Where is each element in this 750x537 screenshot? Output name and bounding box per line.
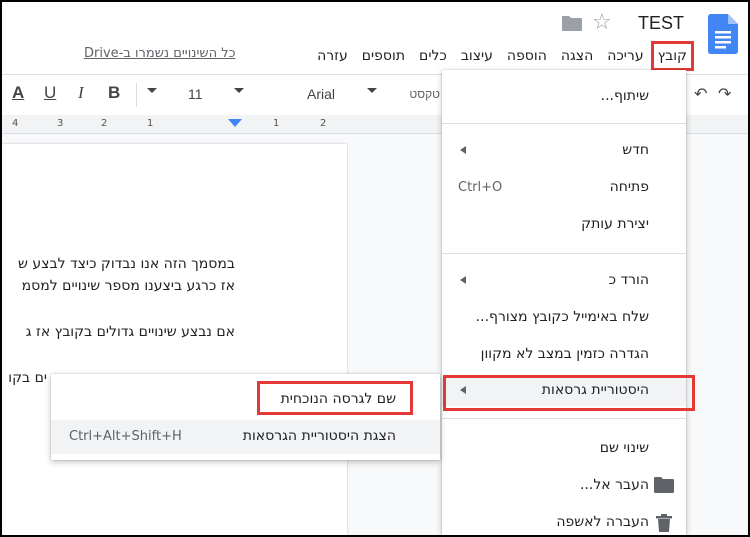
menu-divider — [442, 418, 686, 419]
font-size-dropdown-icon[interactable] — [147, 88, 157, 93]
folder-icon — [654, 477, 674, 493]
folder-icon[interactable] — [562, 16, 582, 31]
submenu-arrow-icon — [460, 146, 466, 154]
menu-item-download[interactable]: הורד כ — [442, 266, 686, 296]
paragraph-line: במסמך הזה אנו נבדוק כיצד לבצע ש — [18, 256, 235, 272]
menu-item-see-version-history[interactable]: הצגת היסטוריית הגרסאות Ctrl+Alt+Shift+H — [51, 420, 440, 454]
menu-item-label: שינוי שם — [599, 440, 649, 456]
menu-item-move-to[interactable]: העבר אל... — [442, 471, 686, 501]
menu-bar: קובץ עריכה הצגה הוספה עיצוב כלים תוספים … — [310, 41, 696, 71]
menu-insert[interactable]: הוספה — [500, 45, 554, 67]
font-size-value[interactable]: 11 — [188, 86, 203, 102]
menu-item-label: הורד כ — [608, 272, 649, 288]
menu-help[interactable]: עזרה — [310, 45, 355, 67]
toolbar-divider — [136, 83, 137, 107]
ruler-number: 3 — [57, 118, 64, 129]
app-window: TEST ☆ קובץ עריכה הצגה הוספה עיצוב כלים … — [0, 0, 750, 537]
menu-item-rename[interactable]: שינוי שם — [442, 434, 686, 464]
ruler-number: 4 — [12, 118, 19, 129]
menu-item-make-copy[interactable]: יצירת עותק — [442, 210, 686, 240]
paragraph-line: אז כרגע ביצענו מספר שינויים למסמ — [21, 278, 235, 294]
ruler-number: 1 — [147, 118, 154, 129]
bold-icon[interactable]: B — [108, 83, 120, 103]
menu-addons[interactable]: תוספים — [355, 45, 412, 67]
style-dropdown-icon[interactable] — [367, 88, 377, 93]
submenu-arrow-icon — [460, 276, 466, 284]
menu-file[interactable]: קובץ — [650, 41, 694, 71]
ruler-number: 2 — [101, 118, 108, 129]
ruler-number: 1 — [273, 118, 280, 129]
menu-divider — [442, 123, 686, 124]
menu-item-trash[interactable]: העברה לאשפה — [442, 508, 686, 535]
menu-item-label: יצירת עותק — [581, 216, 649, 232]
menu-edit[interactable]: עריכה — [600, 45, 650, 67]
shortcut-text: Ctrl+Alt+Shift+H — [69, 429, 182, 444]
menu-item-label: העבר אל... — [579, 477, 649, 493]
menu-item-label: שיתוף... — [600, 88, 649, 104]
document-page[interactable]: במסמך הזה אנו נבדוק כיצד לבצע ש אז כרגע … — [2, 144, 347, 535]
menu-item-label: העברה לאשפה — [556, 514, 649, 530]
menu-item-label: שלח באימייל כקובץ מצורף... — [475, 309, 649, 325]
highlight-box — [257, 381, 413, 415]
indent-marker-icon[interactable] — [228, 119, 242, 127]
star-icon[interactable]: ☆ — [592, 10, 612, 35]
font-name-dropdown-icon[interactable] — [234, 88, 244, 93]
file-menu: שיתוף... חדש פתיחה Ctrl+O יצירת עותק הור… — [442, 70, 686, 535]
menu-item-email-attachment[interactable]: שלח באימייל כקובץ מצורף... — [442, 303, 686, 333]
shortcut-text: Ctrl+O — [458, 180, 503, 195]
menu-item-open[interactable]: פתיחה Ctrl+O — [442, 173, 686, 203]
menu-item-label: חדש — [622, 142, 649, 158]
menu-item-label: פתיחה — [609, 179, 649, 195]
ruler-number: 2 — [320, 118, 327, 129]
paragraph-line: ים בקו — [8, 370, 47, 386]
italic-icon[interactable]: I — [78, 83, 84, 103]
menu-view[interactable]: הצגה — [554, 45, 600, 67]
underline-icon[interactable]: U — [44, 83, 56, 103]
style-value[interactable]: טקסט רגיל — [410, 87, 440, 101]
menu-format[interactable]: עיצוב — [454, 45, 500, 67]
docs-logo-icon[interactable] — [708, 14, 738, 54]
highlight-box — [443, 375, 695, 411]
menu-tools[interactable]: כלים — [412, 45, 454, 67]
menu-item-label: הגדרה כזמין במצב לא מקוון — [480, 346, 649, 362]
font-name-value[interactable]: Arial — [307, 86, 335, 102]
text-color-icon[interactable]: A — [12, 83, 24, 103]
menu-item-share[interactable]: שיתוף... — [442, 82, 686, 112]
undo-icon[interactable]: ↶ — [694, 84, 707, 104]
redo-icon[interactable]: ↷ — [718, 84, 731, 104]
menu-item-label: הצגת היסטוריית הגרסאות — [242, 428, 396, 444]
paragraph-line: אם נבצע שינויים גדולים בקובץ אז ג — [25, 324, 235, 340]
menu-item-new[interactable]: חדש — [442, 136, 686, 166]
menu-divider — [442, 253, 686, 254]
saved-status-link[interactable]: כל השינויים נשמרו ב-Drive — [84, 46, 235, 61]
menu-item-offline[interactable]: הגדרה כזמין במצב לא מקוון — [442, 340, 686, 370]
trash-icon — [656, 514, 672, 532]
document-title[interactable]: TEST — [638, 13, 684, 34]
